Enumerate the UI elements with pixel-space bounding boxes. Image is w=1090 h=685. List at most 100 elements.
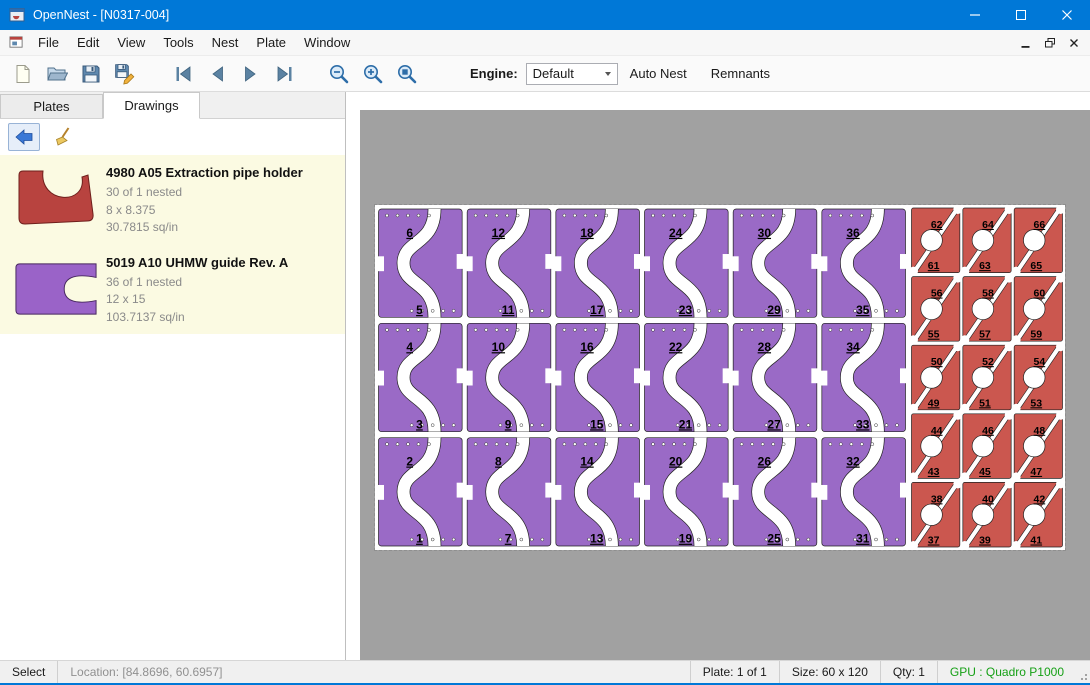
minimize-button[interactable]	[952, 0, 998, 30]
app-icon	[9, 7, 25, 23]
svg-text:11: 11	[502, 303, 515, 317]
svg-text:16: 16	[580, 340, 594, 354]
drawing-list-item[interactable]: 4980 A05 Extraction pipe holder 30 of 1 …	[0, 155, 345, 245]
menu-nest[interactable]: Nest	[203, 30, 248, 55]
open-button[interactable]	[42, 59, 72, 89]
svg-text:19: 19	[679, 532, 693, 546]
clean-icon	[53, 126, 75, 148]
svg-text:54: 54	[1034, 356, 1046, 368]
svg-text:44: 44	[931, 425, 943, 437]
drawing-list-item[interactable]: 5019 A10 UHMW guide Rev. A 36 of 1 neste…	[0, 245, 345, 335]
next-plate-button[interactable]	[236, 59, 266, 89]
menu-file[interactable]: File	[29, 30, 68, 55]
svg-text:10: 10	[492, 340, 506, 354]
svg-text:53: 53	[1030, 397, 1042, 409]
svg-text:32: 32	[846, 455, 860, 469]
first-plate-button[interactable]	[168, 59, 198, 89]
svg-text:61: 61	[928, 260, 940, 272]
auto-nest-button[interactable]: Auto Nest	[618, 56, 699, 91]
save-as-button[interactable]	[110, 59, 140, 89]
drawing-list: 4980 A05 Extraction pipe holder 30 of 1 …	[0, 155, 345, 660]
menu-edit[interactable]: Edit	[68, 30, 108, 55]
main-area: Plates Drawings 4980 A05 Extraction pipe…	[0, 92, 1090, 660]
menu-tools[interactable]: Tools	[154, 30, 202, 55]
purple-part-pair: 65	[377, 209, 464, 317]
previous-plate-button[interactable]	[202, 59, 232, 89]
svg-text:35: 35	[856, 303, 870, 317]
drawing-size: 8 x 8.375	[106, 202, 337, 220]
remnants-button[interactable]: Remnants	[699, 56, 782, 91]
menu-plate[interactable]: Plate	[247, 30, 295, 55]
purple-part-pair: 14 13	[554, 438, 641, 546]
maximize-button[interactable]	[998, 0, 1044, 30]
minimize-icon	[1019, 36, 1033, 50]
status-gpu: GPU : Quadro P1000	[938, 661, 1076, 683]
mdi-window-controls	[1014, 33, 1090, 53]
close-button[interactable]	[1044, 0, 1090, 30]
drawing-title: 5019 A10 UHMW guide Rev. A	[106, 255, 337, 270]
save-as-icon	[114, 63, 136, 85]
svg-text:33: 33	[856, 417, 870, 431]
purple-part-pair: 2423	[643, 209, 730, 317]
svg-text:42: 42	[1034, 493, 1046, 505]
mdi-restore-button[interactable]	[1038, 33, 1062, 53]
svg-text:60: 60	[1034, 288, 1046, 300]
menu-window[interactable]: Window	[295, 30, 359, 55]
red-part-pair: 4645	[960, 411, 1013, 482]
nest-canvas-area: 6512111817242330293635431091615222128273…	[346, 92, 1090, 660]
svg-text:13: 13	[590, 532, 604, 546]
red-part-pair: 4847	[1012, 411, 1065, 482]
nest-canvas[interactable]: 6512111817242330293635431091615222128273…	[360, 110, 1090, 660]
purple-part-pair: 3635	[820, 209, 907, 317]
resize-grip[interactable]	[1076, 661, 1090, 683]
svg-text:37: 37	[928, 535, 940, 547]
svg-text:14: 14	[580, 455, 594, 469]
svg-text:1: 1	[416, 532, 423, 546]
red-part-pair: 5251	[960, 342, 1013, 413]
svg-text:27: 27	[767, 417, 781, 431]
send-to-nest-icon	[13, 126, 35, 148]
send-to-nest-button[interactable]	[8, 123, 40, 151]
zoom-fit-button[interactable]	[392, 59, 422, 89]
save-button[interactable]	[76, 59, 106, 89]
statusbar: Select Location: [84.8696, 60.6957] Plat…	[0, 660, 1090, 683]
svg-text:9: 9	[505, 417, 512, 431]
new-document-icon	[13, 64, 33, 84]
plate-svg[interactable]: 6512111817242330293635431091615222128273…	[375, 205, 1065, 550]
mdi-minimize-button[interactable]	[1014, 33, 1038, 53]
svg-text:64: 64	[982, 219, 994, 231]
svg-text:47: 47	[1030, 466, 1042, 478]
red-part-pair: 4241	[1012, 479, 1065, 550]
zoom-fit-icon	[396, 63, 418, 85]
svg-text:31: 31	[856, 532, 870, 546]
drawing-size: 12 x 15	[106, 291, 337, 309]
tab-plates[interactable]: Plates	[0, 94, 103, 118]
clean-button[interactable]	[48, 123, 80, 151]
new-button[interactable]	[8, 59, 38, 89]
engine-select[interactable]: Default	[526, 63, 618, 85]
tab-drawings[interactable]: Drawings	[103, 92, 200, 119]
red-part-pair: 5857	[960, 274, 1013, 345]
chevron-down-icon[interactable]	[600, 64, 617, 84]
purple-part-pair: 32 31	[820, 438, 907, 546]
zoom-out-button[interactable]	[324, 59, 354, 89]
restore-icon	[1043, 36, 1057, 50]
grip-dots-icon	[1078, 671, 1088, 681]
svg-text:23: 23	[679, 303, 693, 317]
mdi-close-button[interactable]	[1062, 33, 1086, 53]
drawing-area: 103.7137 sq/in	[106, 309, 337, 327]
purple-part-pair: 1817	[554, 209, 641, 317]
engine-selected-value: Default	[527, 66, 600, 81]
svg-text:45: 45	[979, 466, 991, 478]
purple-part-pair: 87	[466, 438, 553, 546]
svg-text:57: 57	[979, 329, 991, 341]
last-plate-button[interactable]	[270, 59, 300, 89]
svg-text:15: 15	[590, 417, 604, 431]
nest-plate[interactable]: 6512111817242330293635431091615222128273…	[375, 205, 1065, 550]
status-mode: Select	[0, 661, 57, 683]
purple-part-pair: 2827	[732, 323, 819, 431]
zoom-in-button[interactable]	[358, 59, 388, 89]
red-part-pair: 5655	[909, 274, 962, 345]
menu-view[interactable]: View	[108, 30, 154, 55]
minimize-icon	[970, 10, 980, 20]
